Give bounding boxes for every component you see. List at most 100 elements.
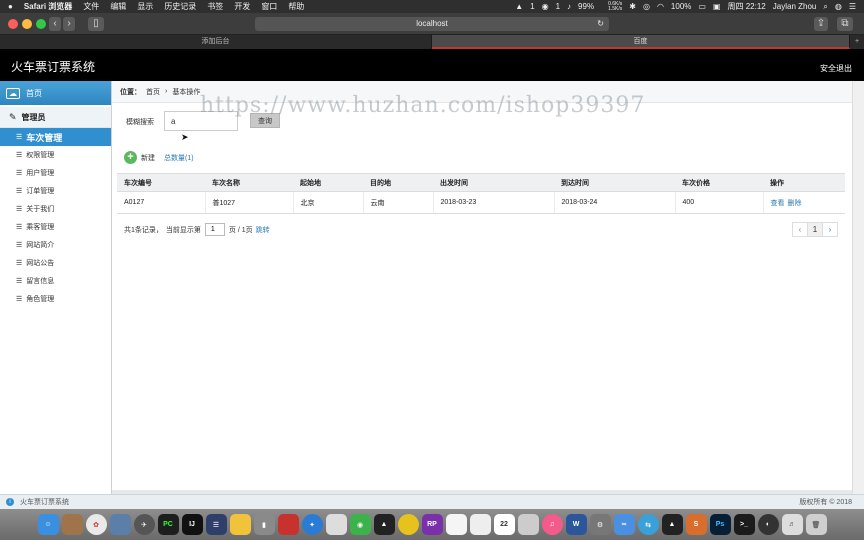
add-button[interactable]: 新建 xyxy=(141,153,155,163)
preview-icon[interactable] xyxy=(109,514,131,535)
jump-link[interactable]: 跳转 xyxy=(256,225,270,235)
page-1-button[interactable]: 1 xyxy=(807,222,823,237)
database-icon[interactable]: ▮ xyxy=(253,514,275,535)
sidebar-item-passenger-management[interactable]: ☰ 乘客管理 xyxy=(0,218,111,236)
menu-bookmarks[interactable]: 书签 xyxy=(207,1,223,12)
finder-icon[interactable]: ☺ xyxy=(37,514,59,535)
menu-edit[interactable]: 编辑 xyxy=(110,1,126,12)
back-icon[interactable]: ‹ xyxy=(49,17,61,31)
sidebar-item-about-us[interactable]: ☰ 关于我们 xyxy=(0,200,111,218)
intellij-icon[interactable]: IJ xyxy=(181,514,203,535)
sidebar-item-messages[interactable]: ☰ 留言信息 xyxy=(0,272,111,290)
sidebar-toggle-icon[interactable]: ▯ xyxy=(88,17,104,31)
sidebar-item-site-intro[interactable]: ☰ 网站简介 xyxy=(0,236,111,254)
cell-to: 云南 xyxy=(363,191,434,214)
sidebar-item-label: 订单管理 xyxy=(26,188,55,195)
notes-app-icon[interactable] xyxy=(61,514,83,535)
sublime-icon[interactable]: S xyxy=(685,514,707,535)
menu-history[interactable]: 历史记录 xyxy=(164,1,196,12)
notes-icon[interactable] xyxy=(445,514,467,535)
close-window-button[interactable] xyxy=(8,19,18,29)
menu-develop[interactable]: 开发 xyxy=(234,1,250,12)
tab-baidu[interactable]: 百度 xyxy=(432,35,850,49)
browser-icon[interactable]: ◐ xyxy=(757,514,779,535)
next-page-button[interactable]: › xyxy=(822,222,838,237)
tab-admin[interactable]: 添加后台 xyxy=(0,35,432,49)
tabs-overview-icon[interactable]: ⧉ xyxy=(837,17,853,31)
menu-help[interactable]: 帮助 xyxy=(288,1,304,12)
contacts-icon[interactable] xyxy=(517,514,539,535)
menu-file[interactable]: 文件 xyxy=(83,1,99,12)
forward-icon[interactable]: › xyxy=(63,17,75,31)
sidebar-admin-group[interactable]: ✎ 管理员 xyxy=(0,107,111,128)
sidebar-item-train-management[interactable]: ☰ 车次管理 xyxy=(0,128,111,146)
sidebar-item-site-notice[interactable]: ☰ 网站公告 xyxy=(0,254,111,272)
sidebar-item-role-management[interactable]: ☰ 角色管理 xyxy=(0,290,111,308)
clock[interactable]: 周四 22:12 xyxy=(728,1,766,12)
new-tab-icon[interactable]: + xyxy=(850,35,864,49)
apple-menu-icon[interactable]: ● xyxy=(8,2,13,11)
user-name[interactable]: Jaylan Zhou xyxy=(773,2,817,11)
cloud-icon: ☁ xyxy=(6,87,20,99)
eclipse-icon[interactable]: ☰ xyxy=(205,514,227,535)
prev-page-button[interactable]: ‹ xyxy=(792,222,808,237)
teamviewer-icon[interactable]: ⇆ xyxy=(637,514,659,535)
view-link[interactable]: 查看 xyxy=(771,200,785,207)
address-bar[interactable]: localhost ↻ xyxy=(255,17,609,31)
redis-icon[interactable] xyxy=(277,514,299,535)
battery-icon[interactable]: ▭ xyxy=(698,2,706,11)
share-icon[interactable]: ⇪ xyxy=(814,17,828,31)
chicken-icon[interactable] xyxy=(229,514,251,535)
sidebar-home[interactable]: ☁ 首页 xyxy=(0,81,111,105)
sidebar-item-permission-management[interactable]: ☰ 权限管理 xyxy=(0,146,111,164)
wifi-icon[interactable]: ◠ xyxy=(657,2,664,11)
trash-icon[interactable]: 🗑 xyxy=(805,514,827,535)
bell-icon[interactable]: ♪ xyxy=(567,2,571,11)
breadcrumb-home[interactable]: 首页 xyxy=(146,87,160,97)
pycharm-icon[interactable]: PC xyxy=(157,514,179,535)
launchpad-icon[interactable]: ✈ xyxy=(133,514,155,535)
music-folder-icon[interactable]: ♬ xyxy=(781,514,803,535)
safari-icon[interactable]: ✦ xyxy=(301,514,323,535)
qq-icon[interactable]: ▲ xyxy=(373,514,395,535)
table-row: A0127 普1027 北京 云南 2018-03-23 2018-03-24 … xyxy=(117,191,845,214)
menu-view[interactable]: 显示 xyxy=(137,1,153,12)
bluetooth-icon[interactable]: ✱ xyxy=(629,2,636,11)
photos-icon[interactable]: ✿ xyxy=(85,514,107,535)
spotlight-icon[interactable]: ⌕ xyxy=(823,2,827,12)
photoshop-icon[interactable]: Ps xyxy=(709,514,731,535)
wechat-icon[interactable]: ◉ xyxy=(349,514,371,535)
qq-status-icon[interactable]: ▲ 1 xyxy=(515,2,534,11)
input-method-icon[interactable]: ▣ xyxy=(713,2,721,11)
system-preferences-icon[interactable]: ⚙ xyxy=(589,514,611,535)
eye-icon[interactable]: ◎ xyxy=(643,2,650,11)
delete-link[interactable]: 删除 xyxy=(788,200,802,207)
terminal-icon[interactable]: >_ xyxy=(733,514,755,535)
list-icon: ☰ xyxy=(16,296,23,303)
calendar-check-icon[interactable] xyxy=(325,514,347,535)
word-icon[interactable]: W xyxy=(565,514,587,535)
smile-app-icon[interactable] xyxy=(397,514,419,535)
minimize-window-button[interactable] xyxy=(22,19,32,29)
reminders-icon[interactable] xyxy=(469,514,491,535)
add-icon[interactable]: + xyxy=(124,151,137,164)
siri-icon[interactable]: ◍ xyxy=(835,2,842,11)
page-number-input[interactable] xyxy=(204,223,225,236)
total-count-link[interactable]: 总数量(1) xyxy=(164,153,194,163)
qq-alt-icon[interactable]: ▲ xyxy=(661,514,683,535)
baidu-netdisk-icon[interactable]: ∞ xyxy=(613,514,635,535)
wechat-status-icon[interactable]: ◉ 1 xyxy=(542,2,560,11)
notification-center-icon[interactable]: ☰ xyxy=(849,2,856,11)
vertical-scrollbar[interactable] xyxy=(852,81,864,494)
zoom-window-button[interactable] xyxy=(36,19,46,29)
logout-link[interactable]: 安全退出 xyxy=(820,63,852,74)
menu-app-name[interactable]: Safari 浏览器 xyxy=(24,1,72,12)
itunes-icon[interactable]: ♫ xyxy=(541,514,563,535)
calendar-icon[interactable]: 22 xyxy=(493,514,515,535)
sidebar-item-user-management[interactable]: ☰ 用户管理 xyxy=(0,164,111,182)
reload-icon[interactable]: ↻ xyxy=(597,17,604,31)
menu-window[interactable]: 窗口 xyxy=(261,1,277,12)
list-icon: ☰ xyxy=(16,242,23,249)
axure-icon[interactable]: RP xyxy=(421,514,443,535)
sidebar-item-order-management[interactable]: ☰ 订单管理 xyxy=(0,182,111,200)
